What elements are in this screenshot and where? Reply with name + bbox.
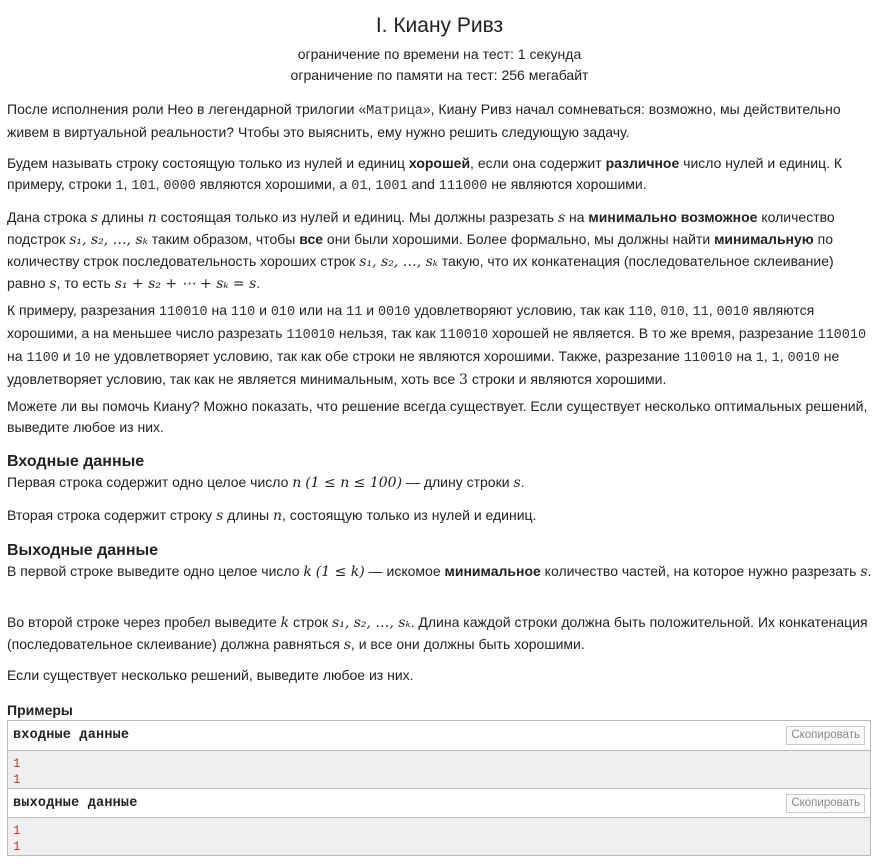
output-paragraph-1: В первой строке выведите одно целое числ… xyxy=(7,563,872,580)
example-output-header: выходные данные Скопировать xyxy=(8,788,870,818)
statement-paragraph-1: После исполнения роли Нео в легендарной … xyxy=(7,101,841,140)
example-input-line: 1 xyxy=(13,773,21,787)
example-input-header: входные данные Скопировать xyxy=(8,721,870,751)
input-section: Входные данные Первая строка содержит од… xyxy=(7,452,872,494)
example-output-label: выходные данные xyxy=(13,796,138,811)
input-heading: Входные данные xyxy=(7,453,145,470)
memory-limit: ограничение по памяти на тест: 256 мегаб… xyxy=(290,67,589,83)
example-input-content[interactable]: 1 1 xyxy=(8,751,870,788)
output-paragraph-2: Во второй строке через пробел выведите k… xyxy=(7,614,868,653)
examples-heading: Примеры xyxy=(7,702,73,718)
example-input-label: входные данные xyxy=(13,728,130,743)
input-paragraph-1: Первая строка содержит одно целое число … xyxy=(7,474,525,491)
output-section: Выходные данные В первой строке выведите… xyxy=(7,541,872,583)
statement-paragraph-5: Можете ли вы помочь Киану? Можно показат… xyxy=(7,398,868,435)
examples-section: Примеры входные данные Скопировать 1 1 в… xyxy=(7,700,872,856)
example-output-line: 1 xyxy=(13,840,21,854)
example-output-content[interactable]: 1 1 xyxy=(8,818,870,855)
example-output-line: 1 xyxy=(13,824,21,838)
problem-title: I. Киану Ривз xyxy=(375,14,504,37)
input-paragraph-2: Вторая строка содержит строку s длины n,… xyxy=(7,507,537,524)
statement-paragraph-2: Будем называть строку состоящую только и… xyxy=(7,155,843,194)
example-input-line: 1 xyxy=(13,757,21,771)
example-input-box: входные данные Скопировать 1 1 выходные … xyxy=(7,720,871,856)
copy-output-button[interactable]: Скопировать xyxy=(786,794,865,813)
statement-paragraph-3: Дана строка s длины n состоящая только и… xyxy=(7,209,835,292)
copy-input-button[interactable]: Скопировать xyxy=(786,726,865,745)
time-limit: ограничение по времени на тест: 1 секунд… xyxy=(297,46,582,62)
problem-page: I. Киану Ривз ограничение по времени на … xyxy=(0,0,879,867)
output-heading: Выходные данные xyxy=(7,542,159,559)
statement-paragraph-4: К примеру, разрезания 110010 на 110 и 01… xyxy=(7,302,867,388)
output-paragraph-3: Если существует несколько решений, вывед… xyxy=(7,667,414,683)
